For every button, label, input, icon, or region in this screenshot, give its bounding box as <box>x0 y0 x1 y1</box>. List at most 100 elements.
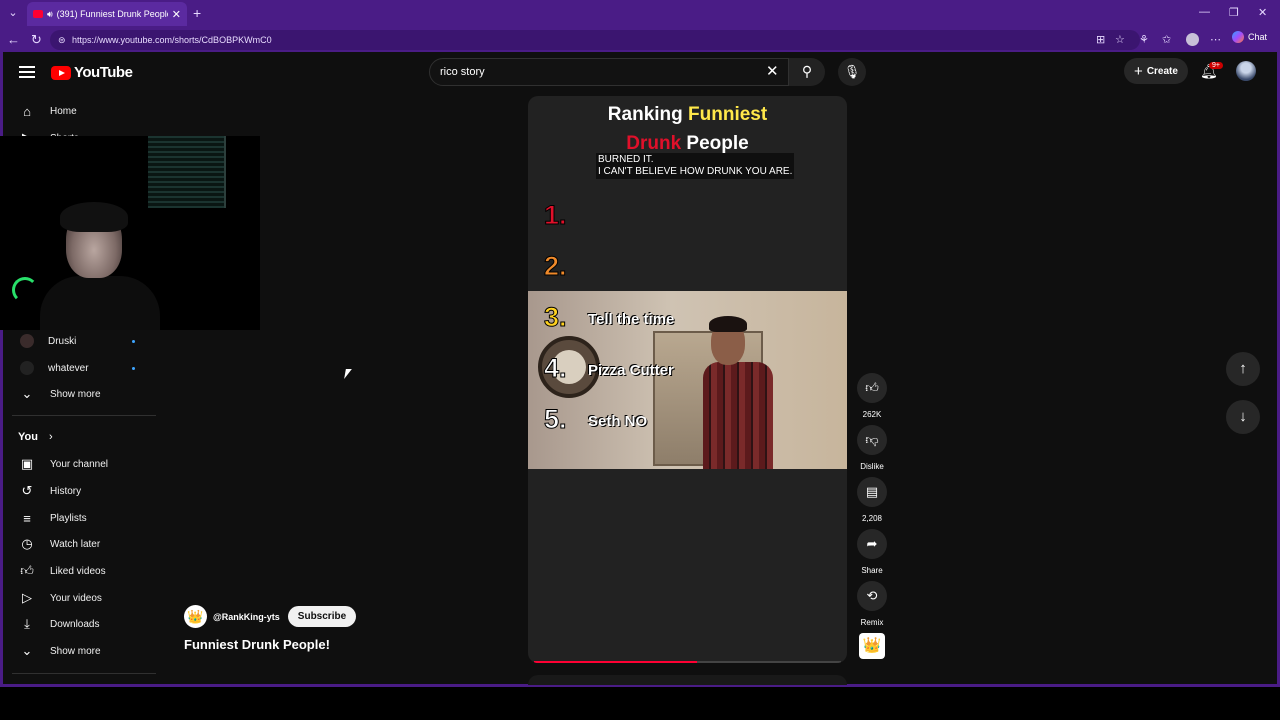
close-tab-icon[interactable]: ✕ <box>172 8 181 21</box>
rank-label: Seth NO <box>588 413 648 430</box>
share-button[interactable]: ➦ Share <box>857 529 887 575</box>
window-blinds <box>148 136 226 208</box>
new-content-dot <box>132 340 135 343</box>
profile-icon[interactable] <box>1186 33 1199 46</box>
video-overlay-title-line1: Ranking Funniest <box>607 104 768 125</box>
sidebar-divider <box>12 415 156 416</box>
thumbs-up-icon: 👍︎ <box>857 373 887 403</box>
sidebar-item-label: Liked videos <box>50 565 106 577</box>
dislike-label: Dislike <box>860 462 884 471</box>
thumbs-down-icon: 👎︎ <box>857 425 887 455</box>
sidebar-item-label: Your videos <box>50 592 102 604</box>
chevron-right-icon: › <box>49 431 53 443</box>
new-tab-icon[interactable]: + <box>193 5 201 21</box>
youtube-play-icon <box>51 65 71 80</box>
tab-list-dropdown-icon[interactable]: ⌄ <box>4 4 22 22</box>
channel-avatar-crown-icon[interactable]: 👑 <box>184 605 207 628</box>
sidebar-item-history[interactable]: ↺ History <box>18 481 82 501</box>
back-icon[interactable]: ← <box>7 32 20 47</box>
url-text: https://www.youtube.com/shorts/CdBOBPKWm… <box>72 35 272 45</box>
subscribe-button[interactable]: Subscribe <box>287 606 357 627</box>
streamer-body <box>40 276 160 330</box>
arrow-up-icon: ↑ <box>1239 360 1247 377</box>
remix-icon: ⟲ <box>857 581 887 611</box>
guide-menu-icon[interactable] <box>19 66 35 78</box>
sidebar-item-playlists[interactable]: ≡ Playlists <box>18 508 87 528</box>
create-button[interactable]: + Create <box>1124 58 1188 84</box>
channel-avatar <box>20 334 34 348</box>
sidebar-item-home[interactable]: ⌂ Home <box>18 101 77 121</box>
voice-search-button[interactable]: 🎙︎ <box>838 58 866 86</box>
new-content-dot <box>132 367 135 370</box>
browser-chrome: ⌄ 🔊︎ (391) Funniest Drunk People! ✕ + — … <box>0 0 1280 52</box>
video-title[interactable]: Funniest Drunk People! <box>184 637 330 652</box>
search-icon: ⚲ <box>801 63 813 79</box>
subscription-label: Druski <box>48 335 77 347</box>
rank-label: Pizza Cutter <box>588 362 674 379</box>
downloads-icon: ⤓ <box>24 616 30 631</box>
show-more-label: Show more <box>50 388 101 400</box>
chevron-down-icon: ⌄ <box>21 386 33 401</box>
refresh-icon[interactable]: ↻ <box>31 32 42 48</box>
like-button[interactable]: 👍︎ 262K <box>857 373 887 419</box>
restore-icon[interactable]: ❐ <box>1229 6 1239 19</box>
previous-short-button[interactable]: ↑ <box>1226 352 1260 386</box>
youtube-logo[interactable]: YouTube <box>51 64 133 81</box>
sidebar-item-downloads[interactable]: ⤓ Downloads <box>18 614 99 634</box>
create-label: Create <box>1146 65 1178 77</box>
tab-bar: ⌄ 🔊︎ (391) Funniest Drunk People! ✕ + — … <box>0 0 1280 28</box>
sidebar-item-label: History <box>50 485 82 497</box>
minimize-icon[interactable]: — <box>1199 6 1210 18</box>
speaker-icon[interactable]: 🔊︎ <box>47 9 53 20</box>
app-available-icon[interactable]: ⊞ <box>1096 33 1105 46</box>
account-avatar[interactable] <box>1236 61 1256 81</box>
subscription-label: whatever <box>48 362 89 374</box>
plus-icon: + <box>1134 62 1143 80</box>
sidebar-subscription-whatever[interactable]: whatever <box>18 358 89 378</box>
youtube-favicon-icon <box>33 10 43 18</box>
sidebar-show-more-subscriptions[interactable]: ⌄ Show more <box>18 384 101 404</box>
close-window-icon[interactable]: ✕ <box>1258 6 1267 19</box>
rank-number: 4. <box>544 353 568 384</box>
dislike-button[interactable]: 👎︎ Dislike <box>857 425 887 471</box>
copilot-chat-button[interactable]: Chat <box>1232 31 1267 43</box>
address-bar-row: ← ↻ ⊜ https://www.youtube.com/shorts/CdB… <box>0 28 1280 52</box>
search-input[interactable]: rico story <box>429 58 789 86</box>
rank-number: 5. <box>544 404 568 435</box>
remix-button[interactable]: ⟲ Remix <box>857 581 887 627</box>
more-menu-icon[interactable]: ⋯ <box>1210 33 1221 46</box>
share-label: Share <box>861 566 883 575</box>
search-button[interactable]: ⚲ <box>789 58 825 86</box>
sidebar-show-more-you[interactable]: ⌄ Show more <box>18 641 101 661</box>
next-short-button[interactable]: ↓ <box>1226 400 1260 434</box>
sidebar-item-label: Playlists <box>50 512 87 524</box>
sidebar-item-your-videos[interactable]: ▷ Your videos <box>18 588 102 608</box>
channel-thumbnail-crown-icon[interactable]: 👑 <box>859 633 885 659</box>
channel-handle[interactable]: @RankKing-yts <box>213 612 280 622</box>
copilot-icon <box>1232 31 1244 43</box>
sidebar-item-watch-later[interactable]: ◷ Watch later <box>18 534 100 554</box>
comments-button[interactable]: ▤ 2,208 <box>857 477 887 523</box>
favorite-star-icon[interactable]: ☆ <box>1115 33 1125 46</box>
site-info-icon[interactable]: ⊜ <box>58 30 66 50</box>
favorites-icon[interactable]: ✩ <box>1162 33 1171 46</box>
sidebar-subscription-druski[interactable]: Druski <box>18 331 76 351</box>
you-label: You <box>18 431 38 443</box>
sidebar-item-liked-videos[interactable]: 👍︎ Liked videos <box>18 561 106 581</box>
show-more-label: Show more <box>50 645 101 657</box>
home-icon: ⌂ <box>23 103 31 119</box>
playlists-icon: ≡ <box>23 510 31 526</box>
shorts-player[interactable]: Ranking Funniest Drunk People BURNED IT.… <box>528 96 847 663</box>
comment-icon: ▤ <box>857 477 887 507</box>
sidebar-you-heading[interactable]: You › <box>18 431 53 443</box>
remix-label: Remix <box>860 618 884 627</box>
url-field[interactable]: ⊜ https://www.youtube.com/shorts/CdBOBPK… <box>50 30 1140 50</box>
clear-search-icon[interactable]: ✕ <box>766 62 779 80</box>
channel-avatar <box>20 361 34 375</box>
sidebar-item-your-channel[interactable]: ▣ Your channel <box>18 454 108 474</box>
extensions-icon[interactable]: ⚘ <box>1139 33 1149 46</box>
video-progress-bar[interactable] <box>534 661 841 663</box>
scene-person <box>703 316 773 469</box>
logo-text: YouTube <box>74 64 133 81</box>
browser-tab-active[interactable]: 🔊︎ (391) Funniest Drunk People! ✕ <box>27 2 187 26</box>
